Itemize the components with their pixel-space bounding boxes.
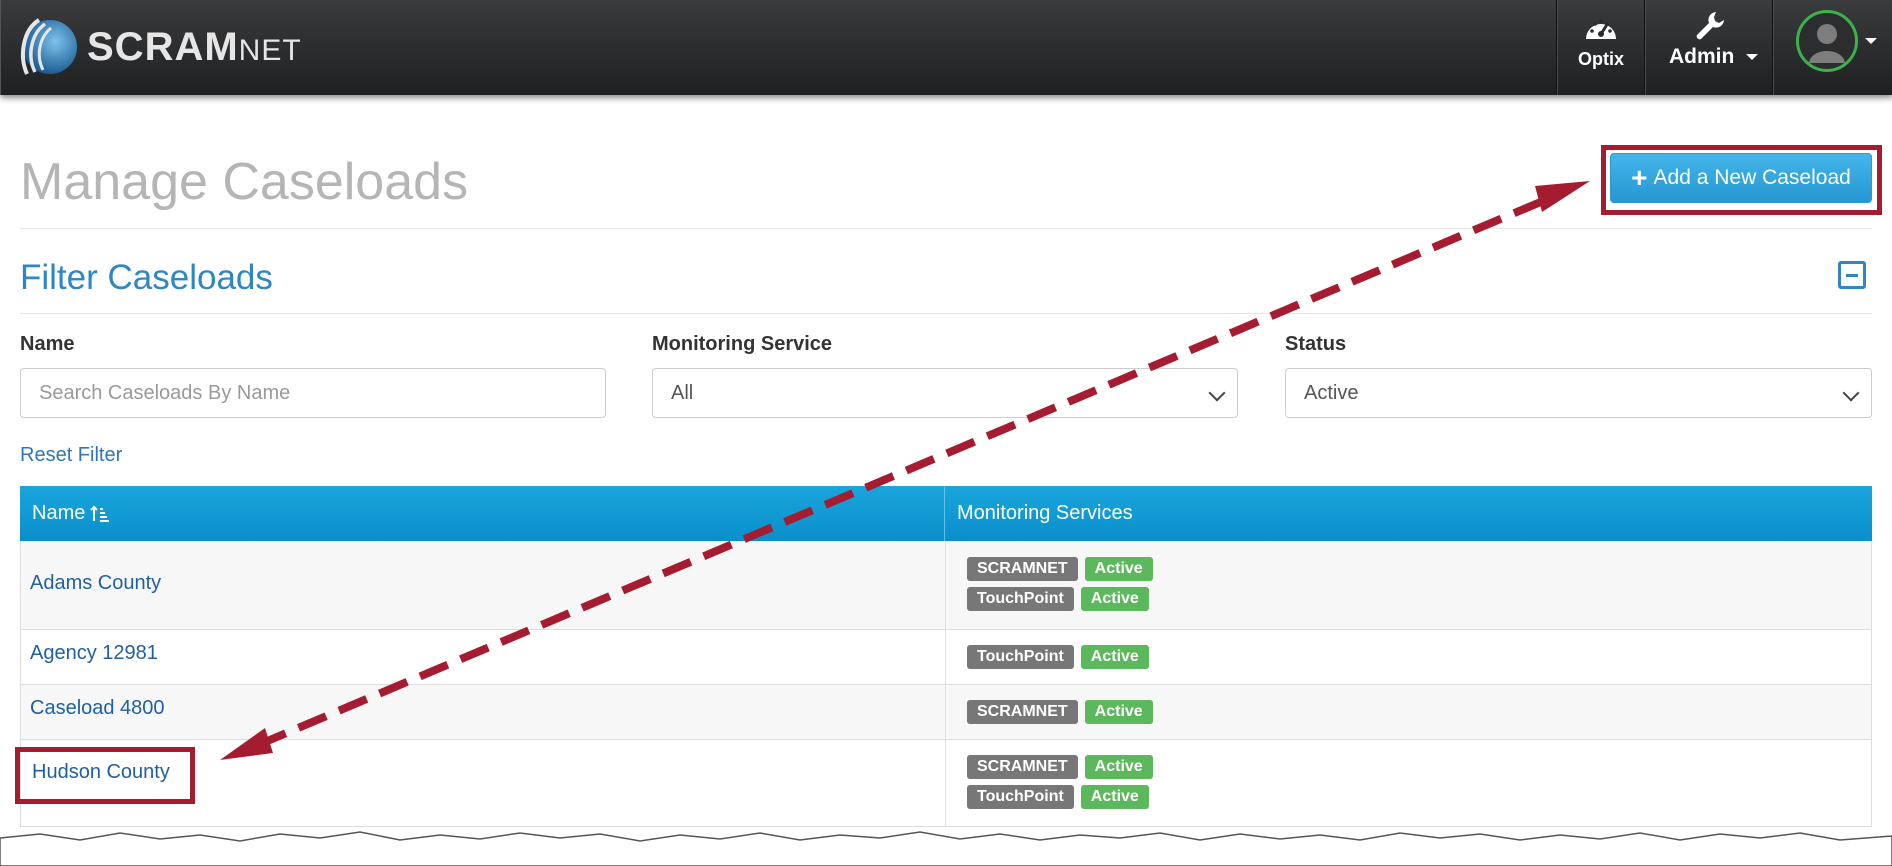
- arrowhead-icon: [1535, 181, 1590, 212]
- torn-edge: [0, 831, 1892, 866]
- annotation-arrow: [220, 181, 1590, 760]
- arrowhead-icon: [220, 728, 273, 760]
